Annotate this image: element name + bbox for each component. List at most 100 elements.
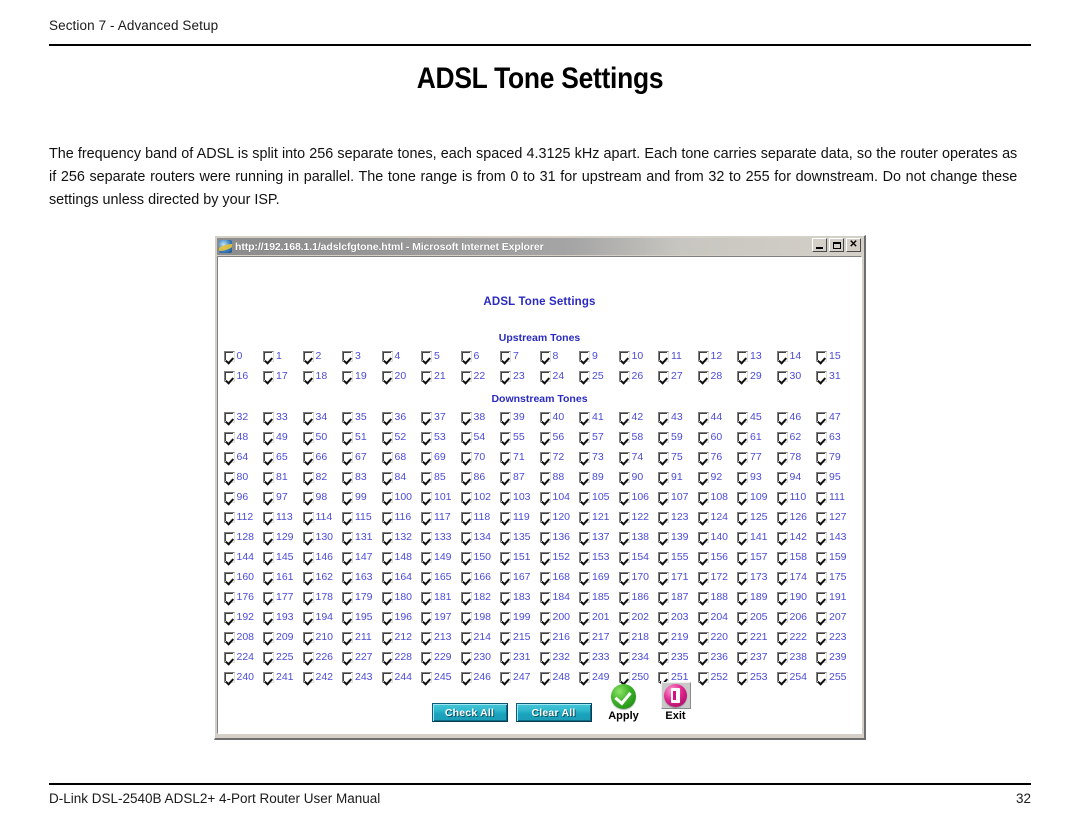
tone-cell-38[interactable]: 38: [460, 411, 501, 423]
tone-checkbox-112[interactable]: [223, 511, 235, 523]
tone-checkbox-62[interactable]: [776, 431, 788, 443]
tone-checkbox-59[interactable]: [658, 431, 669, 443]
tone-checkbox-131[interactable]: [342, 531, 353, 543]
tone-cell-231[interactable]: 231: [500, 651, 540, 663]
tone-cell-114[interactable]: 114: [302, 511, 343, 523]
tone-checkbox-14[interactable]: [776, 350, 788, 362]
tone-checkbox-4[interactable]: [381, 350, 393, 362]
tone-cell-101[interactable]: 101: [421, 491, 461, 503]
tone-checkbox-220[interactable]: [697, 631, 709, 643]
tone-cell-201[interactable]: 201: [579, 611, 619, 623]
tone-cell-254[interactable]: 254: [776, 671, 817, 683]
tone-checkbox-83[interactable]: [342, 471, 353, 483]
tone-cell-248[interactable]: 248: [539, 671, 580, 683]
tone-checkbox-235[interactable]: [658, 651, 669, 663]
tone-checkbox-143[interactable]: [816, 531, 827, 543]
tone-cell-108[interactable]: 108: [697, 491, 738, 503]
tone-cell-147[interactable]: 147: [342, 551, 382, 563]
tone-cell-151[interactable]: 151: [500, 551, 540, 563]
tone-checkbox-239[interactable]: [816, 651, 827, 663]
tone-checkbox-45[interactable]: [737, 411, 748, 423]
tone-cell-255[interactable]: 255: [816, 671, 856, 683]
tone-checkbox-122[interactable]: [618, 511, 630, 523]
tone-cell-91[interactable]: 91: [658, 471, 698, 483]
tone-cell-128[interactable]: 128: [223, 531, 264, 543]
tone-checkbox-243[interactable]: [342, 671, 353, 683]
tone-cell-117[interactable]: 117: [421, 511, 461, 523]
tone-checkbox-194[interactable]: [302, 611, 314, 623]
tone-cell-19[interactable]: 19: [342, 370, 382, 382]
tone-checkbox-201[interactable]: [579, 611, 590, 623]
tone-cell-157[interactable]: 157: [737, 551, 777, 563]
tone-checkbox-76[interactable]: [697, 451, 709, 463]
tone-checkbox-67[interactable]: [342, 451, 353, 463]
tone-cell-252[interactable]: 252: [697, 671, 738, 683]
tone-checkbox-54[interactable]: [460, 431, 472, 443]
tone-cell-21[interactable]: 21: [421, 370, 461, 382]
tone-cell-25[interactable]: 25: [579, 370, 619, 382]
tone-cell-64[interactable]: 64: [223, 451, 264, 463]
tone-checkbox-32[interactable]: [223, 411, 235, 423]
tone-cell-68[interactable]: 68: [381, 451, 422, 463]
tone-cell-100[interactable]: 100: [381, 491, 422, 503]
tone-cell-59[interactable]: 59: [658, 431, 698, 443]
tone-cell-214[interactable]: 214: [460, 631, 501, 643]
tone-cell-33[interactable]: 33: [263, 411, 303, 423]
tone-checkbox-29[interactable]: [737, 370, 748, 382]
tone-checkbox-193[interactable]: [263, 611, 274, 623]
tone-checkbox-140[interactable]: [697, 531, 709, 543]
tone-checkbox-164[interactable]: [381, 571, 393, 583]
tone-cell-207[interactable]: 207: [816, 611, 856, 623]
tone-checkbox-254[interactable]: [776, 671, 788, 683]
tone-checkbox-145[interactable]: [263, 551, 274, 563]
tone-cell-78[interactable]: 78: [776, 451, 817, 463]
tone-cell-46[interactable]: 46: [776, 411, 817, 423]
tone-cell-111[interactable]: 111: [816, 491, 856, 503]
tone-cell-194[interactable]: 194: [302, 611, 343, 623]
tone-cell-189[interactable]: 189: [737, 591, 777, 603]
tone-checkbox-244[interactable]: [381, 671, 393, 683]
tone-cell-179[interactable]: 179: [342, 591, 382, 603]
tone-checkbox-106[interactable]: [618, 491, 630, 503]
tone-cell-243[interactable]: 243: [342, 671, 382, 683]
tone-checkbox-196[interactable]: [381, 611, 393, 623]
tone-cell-3[interactable]: 3: [342, 350, 382, 362]
tone-cell-160[interactable]: 160: [223, 571, 264, 583]
tone-checkbox-223[interactable]: [816, 631, 827, 643]
tone-cell-187[interactable]: 187: [658, 591, 698, 603]
tone-checkbox-88[interactable]: [539, 471, 551, 483]
tone-cell-57[interactable]: 57: [579, 431, 619, 443]
tone-cell-104[interactable]: 104: [539, 491, 580, 503]
tone-cell-17[interactable]: 17: [263, 370, 303, 382]
tone-checkbox-231[interactable]: [500, 651, 511, 663]
tone-cell-55[interactable]: 55: [500, 431, 540, 443]
tone-cell-217[interactable]: 217: [579, 631, 619, 643]
tone-checkbox-183[interactable]: [500, 591, 511, 603]
tone-checkbox-176[interactable]: [223, 591, 235, 603]
tone-checkbox-233[interactable]: [579, 651, 590, 663]
tone-checkbox-236[interactable]: [697, 651, 709, 663]
tone-cell-145[interactable]: 145: [263, 551, 303, 563]
tone-cell-110[interactable]: 110: [776, 491, 817, 503]
tone-checkbox-171[interactable]: [658, 571, 669, 583]
tone-cell-124[interactable]: 124: [697, 511, 738, 523]
tone-checkbox-71[interactable]: [500, 451, 511, 463]
tone-checkbox-31[interactable]: [816, 370, 827, 382]
tone-checkbox-157[interactable]: [737, 551, 748, 563]
tone-cell-167[interactable]: 167: [500, 571, 540, 583]
tone-cell-233[interactable]: 233: [579, 651, 619, 663]
tone-cell-43[interactable]: 43: [658, 411, 698, 423]
tone-cell-159[interactable]: 159: [816, 551, 856, 563]
tone-cell-206[interactable]: 206: [776, 611, 817, 623]
tone-checkbox-92[interactable]: [697, 471, 709, 483]
tone-checkbox-41[interactable]: [579, 411, 590, 423]
tone-checkbox-151[interactable]: [500, 551, 511, 563]
tone-checkbox-222[interactable]: [776, 631, 788, 643]
tone-checkbox-26[interactable]: [618, 370, 630, 382]
tone-checkbox-156[interactable]: [697, 551, 709, 563]
tone-checkbox-7[interactable]: [500, 350, 511, 362]
tone-cell-30[interactable]: 30: [776, 370, 817, 382]
tone-checkbox-126[interactable]: [776, 511, 788, 523]
tone-checkbox-167[interactable]: [500, 571, 511, 583]
tone-cell-97[interactable]: 97: [263, 491, 303, 503]
